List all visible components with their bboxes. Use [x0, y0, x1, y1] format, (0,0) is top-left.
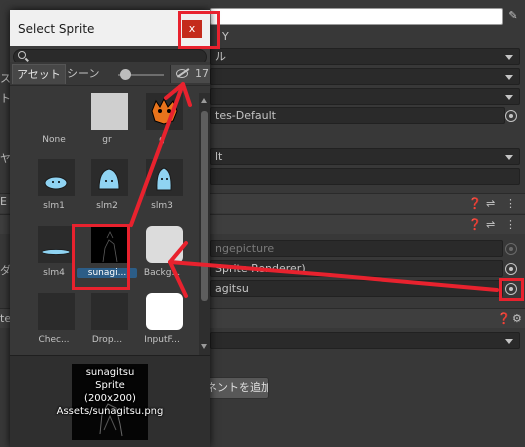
preview-path: Assets/sunagitsu.png: [56, 406, 164, 417]
asset-item[interactable]: Chec...: [24, 289, 84, 351]
asset-item-label: InputF...: [144, 335, 180, 345]
asset-item-label: slm1: [43, 201, 65, 211]
picker-title: Select Sprite: [18, 22, 95, 36]
gear-icon[interactable]: ⚙: [512, 313, 522, 325]
preview-name: sunagitsu: [85, 367, 135, 378]
asset-item[interactable]: InputF...: [132, 289, 192, 351]
source-image-value: ngepicture: [215, 242, 275, 255]
picker-tabs: アセット シーン 17: [10, 62, 210, 86]
slider-handle[interactable]: [120, 69, 131, 80]
more-menu-icon[interactable]: ⋮: [505, 198, 516, 210]
asset-item-label: g: [159, 135, 165, 145]
slime-line-sprite-icon: [41, 249, 71, 255]
eye-hidden-icon: [176, 69, 188, 78]
renderer-ref-value: Sprite Renderer): [215, 262, 306, 275]
sorting-layer-field[interactable]: tes-Default: [210, 107, 505, 124]
draw-mode-value: lt: [215, 150, 223, 163]
asset-item-label: Drop...: [91, 335, 123, 345]
scrollbar-thumb[interactable]: [201, 111, 208, 301]
source-image-picker-icon[interactable]: [505, 243, 517, 255]
scroll-down-arrow-icon[interactable]: [201, 344, 207, 349]
asset-item[interactable]: Backg...: [132, 222, 192, 284]
help-icon[interactable]: ❓: [468, 219, 482, 231]
annotation-box-close: [178, 11, 220, 49]
source-image-field[interactable]: ngepicture: [210, 240, 503, 257]
help-icon[interactable]: ❓: [468, 198, 482, 210]
grid-scrollbar[interactable]: [199, 93, 210, 355]
asset-grid: None gr g slm1 slm2 slm3 slm4 sunagi... Backg...…: [10, 87, 200, 357]
scroll-up-arrow-icon[interactable]: [201, 98, 207, 103]
sorting-layer-picker-icon[interactable]: [505, 110, 517, 122]
asset-item-label: gr: [102, 135, 112, 145]
asset-thumbnail: [146, 226, 183, 263]
asset-thumbnail: [91, 159, 128, 196]
renderer-ref-field[interactable]: Sprite Renderer): [210, 260, 503, 277]
dropdown-1[interactable]: ル: [210, 48, 520, 65]
asset-thumbnail: [38, 226, 75, 263]
hidden-count: 17: [195, 67, 209, 80]
annotation-box-picker-button: [499, 278, 524, 301]
asset-item-label: slm3: [151, 201, 173, 211]
sprite-preview: sunagitsu Sprite (200x200) Assets/sunagi…: [10, 355, 210, 447]
slime-narrow-sprite-icon: [156, 167, 172, 191]
settings-sliders-icon[interactable]: ⇌: [486, 198, 495, 210]
asset-item[interactable]: g: [132, 89, 192, 151]
annotation-box-selected-sprite: [72, 224, 130, 290]
asset-thumbnail: [146, 93, 183, 130]
row1-label: Y: [222, 30, 229, 43]
tab-assets[interactable]: アセット: [12, 64, 66, 84]
sorting-layer-value: tes-Default: [215, 109, 276, 122]
asset-item-label: Backg...: [143, 268, 181, 278]
asset-item[interactable]: slm3: [132, 155, 192, 217]
hidden-assets-toggle[interactable]: 17: [170, 65, 210, 83]
eyedropper-icon[interactable]: ✎: [507, 10, 519, 22]
asset-item-label: None: [42, 135, 66, 145]
asset-thumbnail: [91, 93, 128, 130]
asset-item[interactable]: slm1: [24, 155, 84, 217]
asset-thumbnail: [38, 93, 75, 130]
orange-sprite-icon: [151, 97, 178, 125]
dropdown-1-value: ル: [215, 50, 226, 63]
sprite-ref-field[interactable]: agitsu: [210, 280, 503, 297]
asset-item[interactable]: gr: [77, 89, 137, 151]
renderer-picker-icon[interactable]: [505, 263, 517, 275]
asset-item-label: slm2: [96, 201, 118, 211]
asset-thumbnail: [146, 293, 183, 330]
asset-item[interactable]: None: [24, 89, 84, 151]
slime-tall-sprite-icon: [98, 168, 120, 190]
asset-thumbnail: [91, 293, 128, 330]
settings-sliders-icon[interactable]: ⇌: [486, 219, 495, 231]
preview-size: (200x200): [84, 393, 136, 404]
asset-item-label: Chec...: [38, 335, 70, 345]
preview-info: sunagitsu Sprite (200x200) Assets/sunagi…: [10, 366, 210, 418]
draw-mode-dropdown[interactable]: lt: [210, 148, 520, 165]
slime-flat-sprite-icon: [44, 176, 68, 190]
value-field[interactable]: [210, 168, 520, 185]
tab-scene[interactable]: シーン: [63, 64, 103, 84]
asset-thumbnail: [38, 293, 75, 330]
asset-thumbnail: [146, 159, 183, 196]
dropdown-2[interactable]: [210, 68, 520, 85]
material-dropdown[interactable]: [210, 332, 520, 349]
asset-item[interactable]: slm2: [77, 155, 137, 217]
asset-thumbnail: [38, 159, 75, 196]
search-icon: [18, 51, 26, 59]
sprite-ref-value: agitsu: [215, 282, 249, 295]
dropdown-3[interactable]: [210, 88, 520, 105]
help-icon[interactable]: ❓: [497, 313, 511, 325]
asset-item[interactable]: Drop...: [77, 289, 137, 351]
more-menu-icon[interactable]: ⋮: [505, 219, 516, 231]
preview-type: Sprite: [95, 380, 125, 391]
name-field[interactable]: [210, 8, 503, 25]
